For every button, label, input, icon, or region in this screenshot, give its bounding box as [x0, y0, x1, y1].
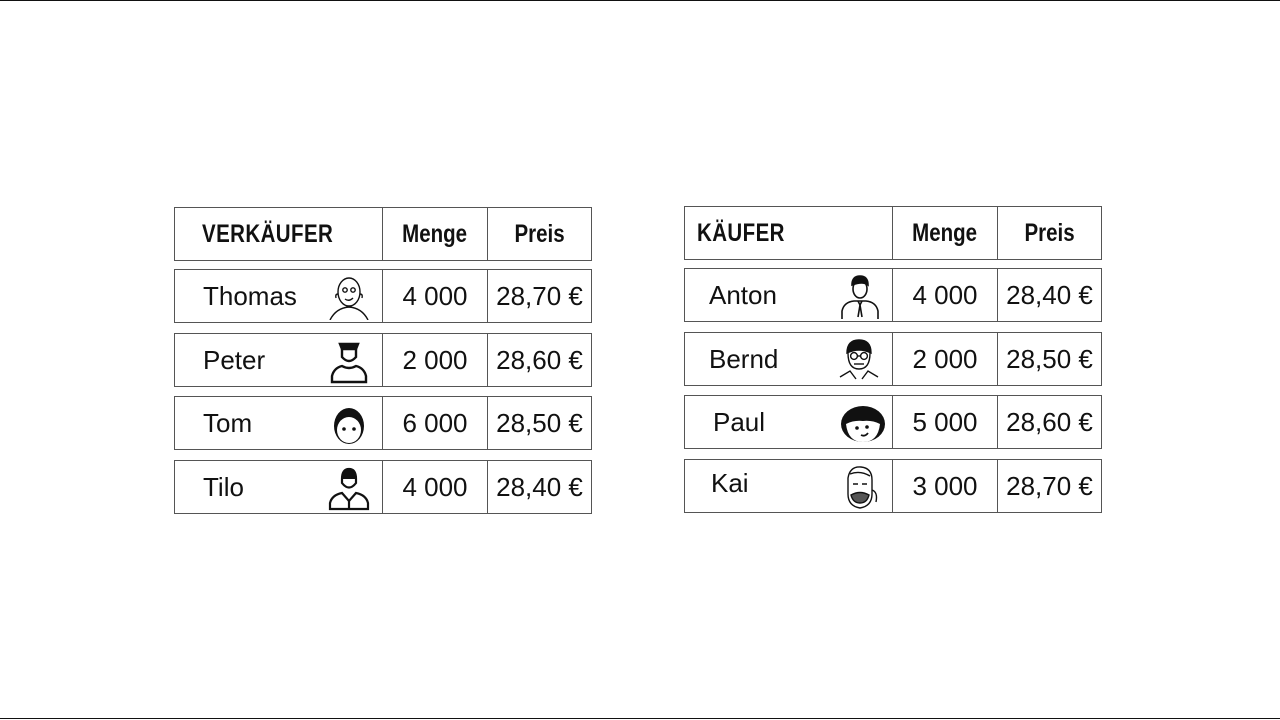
seller-quantity: 4 000	[402, 280, 468, 311]
seller-row: Peter 2 000 28,60 €	[174, 333, 592, 387]
man-with-cap-icon	[330, 342, 368, 384]
seller-row: Thomas 4 000 28,70 €	[174, 269, 592, 323]
bald-man-face-icon	[329, 277, 369, 320]
bearded-man-icon	[847, 466, 878, 509]
sellers-header-price: Preis	[514, 219, 565, 248]
seller-price: 28,50 €	[496, 407, 583, 438]
buyers-header-quantity: Menge	[912, 218, 978, 247]
buyer-row: Kai 3 000 28,70 €	[684, 459, 1102, 513]
buyer-quantity: 5 000	[912, 406, 978, 437]
buyer-price: 28,70 €	[1006, 470, 1093, 501]
buyer-quantity: 3 000	[912, 470, 978, 501]
seller-name: Tom	[203, 407, 253, 438]
buyer-price: 28,60 €	[1006, 406, 1093, 437]
buyer-row: Paul 5 000 28,60 €	[684, 395, 1102, 449]
bottom-rule	[0, 718, 1280, 719]
buyer-quantity: 4 000	[912, 279, 978, 310]
buyer-price: 28,40 €	[1006, 279, 1093, 310]
sellers-header-title: VERKÄUFER	[202, 219, 334, 248]
buyer-price: 28,50 €	[1006, 343, 1093, 374]
sellers-header-quantity: Menge	[402, 219, 468, 248]
buyer-row: Anton 4 000 28,40 €	[684, 268, 1102, 322]
seller-price: 28,60 €	[496, 344, 583, 375]
buyer-quantity: 2 000	[912, 343, 978, 374]
buyers-header-row: KÄUFER Menge Preis	[684, 206, 1102, 260]
buyers-header-title: KÄUFER	[697, 218, 785, 247]
buyer-name: Kai	[711, 467, 749, 498]
seller-quantity: 2 000	[402, 344, 468, 375]
man-face-icon	[334, 408, 364, 444]
seller-row: Tilo 4 000 28,40 €	[174, 460, 592, 514]
buyer-name: Bernd	[709, 343, 779, 374]
sellers-header-row: VERKÄUFER Menge Preis	[174, 207, 592, 261]
buyer-row: Bernd 2 000 28,50 €	[684, 332, 1102, 386]
buyer-name: Anton	[709, 279, 777, 310]
seller-name: Peter	[203, 344, 266, 375]
buyers-header-price: Preis	[1024, 218, 1075, 247]
seller-name: Thomas	[203, 280, 297, 311]
seller-row: Tom 6 000 28,50 €	[174, 396, 592, 450]
seller-quantity: 6 000	[402, 407, 468, 438]
man-with-tie-icon	[841, 275, 879, 319]
businessman-icon	[328, 467, 370, 511]
seller-price: 28,70 €	[496, 280, 583, 311]
seller-quantity: 4 000	[402, 471, 468, 502]
seller-name: Tilo	[203, 471, 244, 502]
man-with-glasses-icon	[839, 339, 879, 380]
boy-face-icon	[841, 406, 885, 442]
seller-price: 28,40 €	[496, 471, 583, 502]
buyer-name: Paul	[713, 406, 766, 437]
top-rule	[0, 0, 1280, 1]
